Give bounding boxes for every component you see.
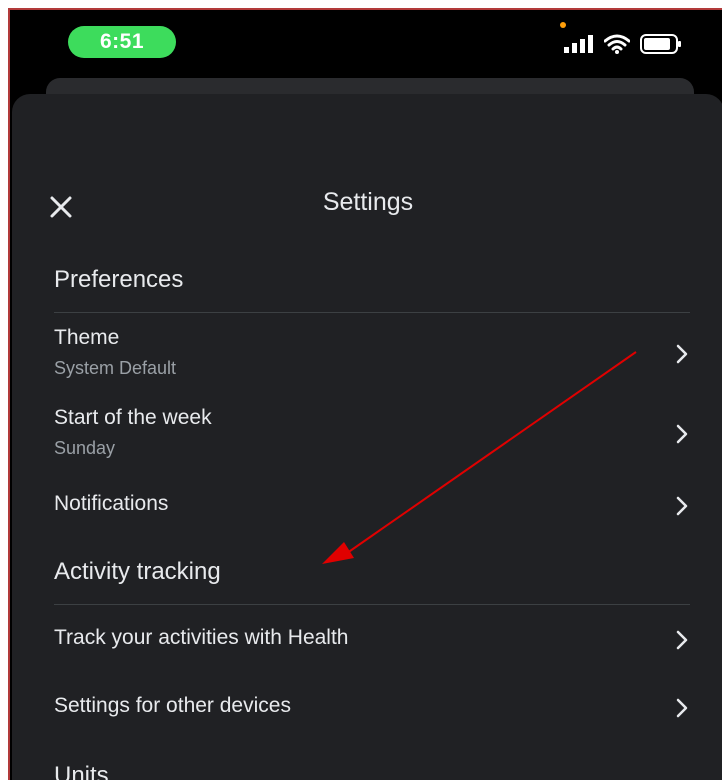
chevron-right-icon	[676, 496, 688, 516]
chevron-right-icon	[676, 698, 688, 718]
status-time-pill[interactable]: 6:51	[68, 26, 176, 58]
status-time: 6:51	[99, 30, 145, 53]
settings-row-theme[interactable]: Theme System Default	[12, 318, 722, 390]
settings-row-other-devices[interactable]: Settings for other devices	[12, 678, 722, 738]
row-subtitle: Sunday	[54, 438, 116, 458]
row-title: Theme	[54, 326, 120, 349]
chevron-right-icon	[676, 424, 688, 444]
chevron-right-icon	[676, 344, 688, 364]
section-header-activity-tracking: Activity tracking	[54, 558, 221, 585]
section-header-units: Units	[54, 762, 109, 780]
page-title: Settings	[322, 188, 414, 216]
row-title: Track your activities with Health	[54, 626, 349, 649]
status-icons	[564, 32, 682, 56]
row-subtitle: System Default	[54, 358, 177, 378]
chevron-right-icon	[676, 630, 688, 650]
settings-panel: Settings Preferences Theme System Defaul…	[12, 94, 722, 780]
settings-row-start-of-week[interactable]: Start of the week Sunday	[12, 398, 722, 470]
settings-row-notifications[interactable]: Notifications	[12, 478, 722, 538]
phone-screen: 6:51 Settings Preferences Theme System D…	[8, 8, 722, 780]
row-title: Settings for other devices	[54, 694, 291, 717]
cellular-signal-icon	[564, 35, 593, 53]
row-title: Notifications	[54, 492, 169, 515]
privacy-indicator-dot	[560, 22, 566, 28]
divider	[54, 312, 690, 313]
settings-row-track-activities-health[interactable]: Track your activities with Health	[12, 610, 722, 670]
divider	[54, 604, 690, 605]
row-title: Start of the week	[54, 406, 212, 429]
wifi-icon	[604, 34, 630, 54]
section-header-preferences: Preferences	[54, 266, 184, 293]
battery-icon	[640, 34, 681, 54]
